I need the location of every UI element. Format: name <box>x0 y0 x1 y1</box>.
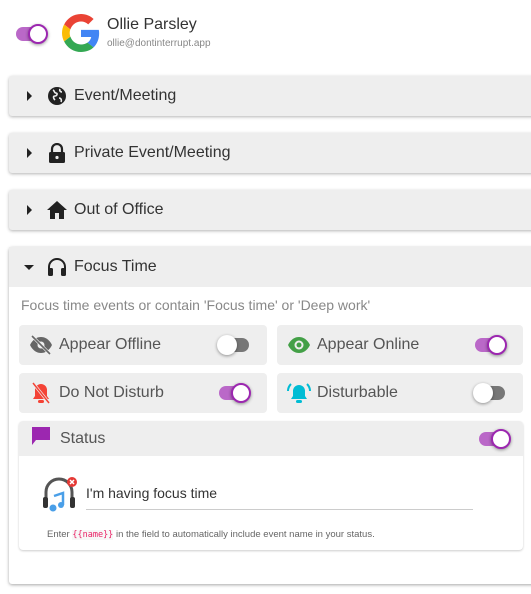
do-not-disturb-toggle[interactable] <box>219 383 251 403</box>
hint-text: Enter <box>47 529 70 540</box>
status-label: Status <box>60 429 106 447</box>
disturbable-toggle[interactable] <box>473 383 505 403</box>
option-label: Disturbable <box>317 384 398 401</box>
account-name: Ollie Parsley <box>107 16 197 33</box>
lock-icon <box>46 142 68 164</box>
account-toggle[interactable] <box>16 24 48 44</box>
section-label: Event/Meeting <box>74 87 177 104</box>
status-emoji-button[interactable] <box>42 476 78 514</box>
option-label: Appear Online <box>317 336 420 353</box>
option-label: Appear Offline <box>59 336 161 353</box>
option-disturbable[interactable]: Disturbable <box>277 373 523 413</box>
home-icon <box>46 199 68 221</box>
section-label: Focus Time <box>74 258 157 275</box>
hint-code: {{name}} <box>72 530 114 540</box>
headphones-icon <box>46 257 68 277</box>
option-label: Do Not Disturb <box>59 384 164 401</box>
focus-header[interactable]: Focus Time <box>9 247 531 287</box>
bell-off-icon <box>29 382 53 404</box>
appear-offline-toggle[interactable] <box>217 335 249 355</box>
focus-description: Focus time events or contain 'Focus time… <box>21 297 371 313</box>
status-header: Status <box>19 421 523 456</box>
chevron-right-icon <box>27 91 32 101</box>
option-do-not-disturb[interactable]: Do Not Disturb <box>19 373 267 413</box>
section-out-of-office[interactable]: Out of Office <box>9 190 531 230</box>
account-email: ollie@dontinterrupt.app <box>107 38 211 49</box>
chevron-down-icon <box>24 264 34 270</box>
status-toggle[interactable] <box>479 429 511 449</box>
section-label: Private Event/Meeting <box>74 144 231 161</box>
chevron-right-icon <box>27 205 32 215</box>
status-hint: Enter {{name}} in the field to automatic… <box>47 529 375 540</box>
hint-text: in the field to automatically include ev… <box>115 529 375 540</box>
status-panel: Status I'm having focus time Enter {{nam… <box>19 421 523 550</box>
option-appear-offline[interactable]: Appear Offline <box>19 325 267 365</box>
eye-icon <box>287 336 311 354</box>
google-logo-icon <box>62 14 100 57</box>
eye-off-icon <box>29 335 53 355</box>
section-event-meeting[interactable]: Event/Meeting <box>9 76 531 116</box>
section-label: Out of Office <box>74 201 164 218</box>
globe-icon <box>46 85 68 107</box>
appear-online-toggle[interactable] <box>475 335 507 355</box>
chat-icon <box>31 426 51 451</box>
option-appear-online[interactable]: Appear Online <box>277 325 523 365</box>
section-private-event[interactable]: Private Event/Meeting <box>9 133 531 173</box>
chevron-right-icon <box>27 148 32 158</box>
status-input[interactable]: I'm having focus time <box>86 481 473 510</box>
bell-ring-icon <box>287 382 311 404</box>
